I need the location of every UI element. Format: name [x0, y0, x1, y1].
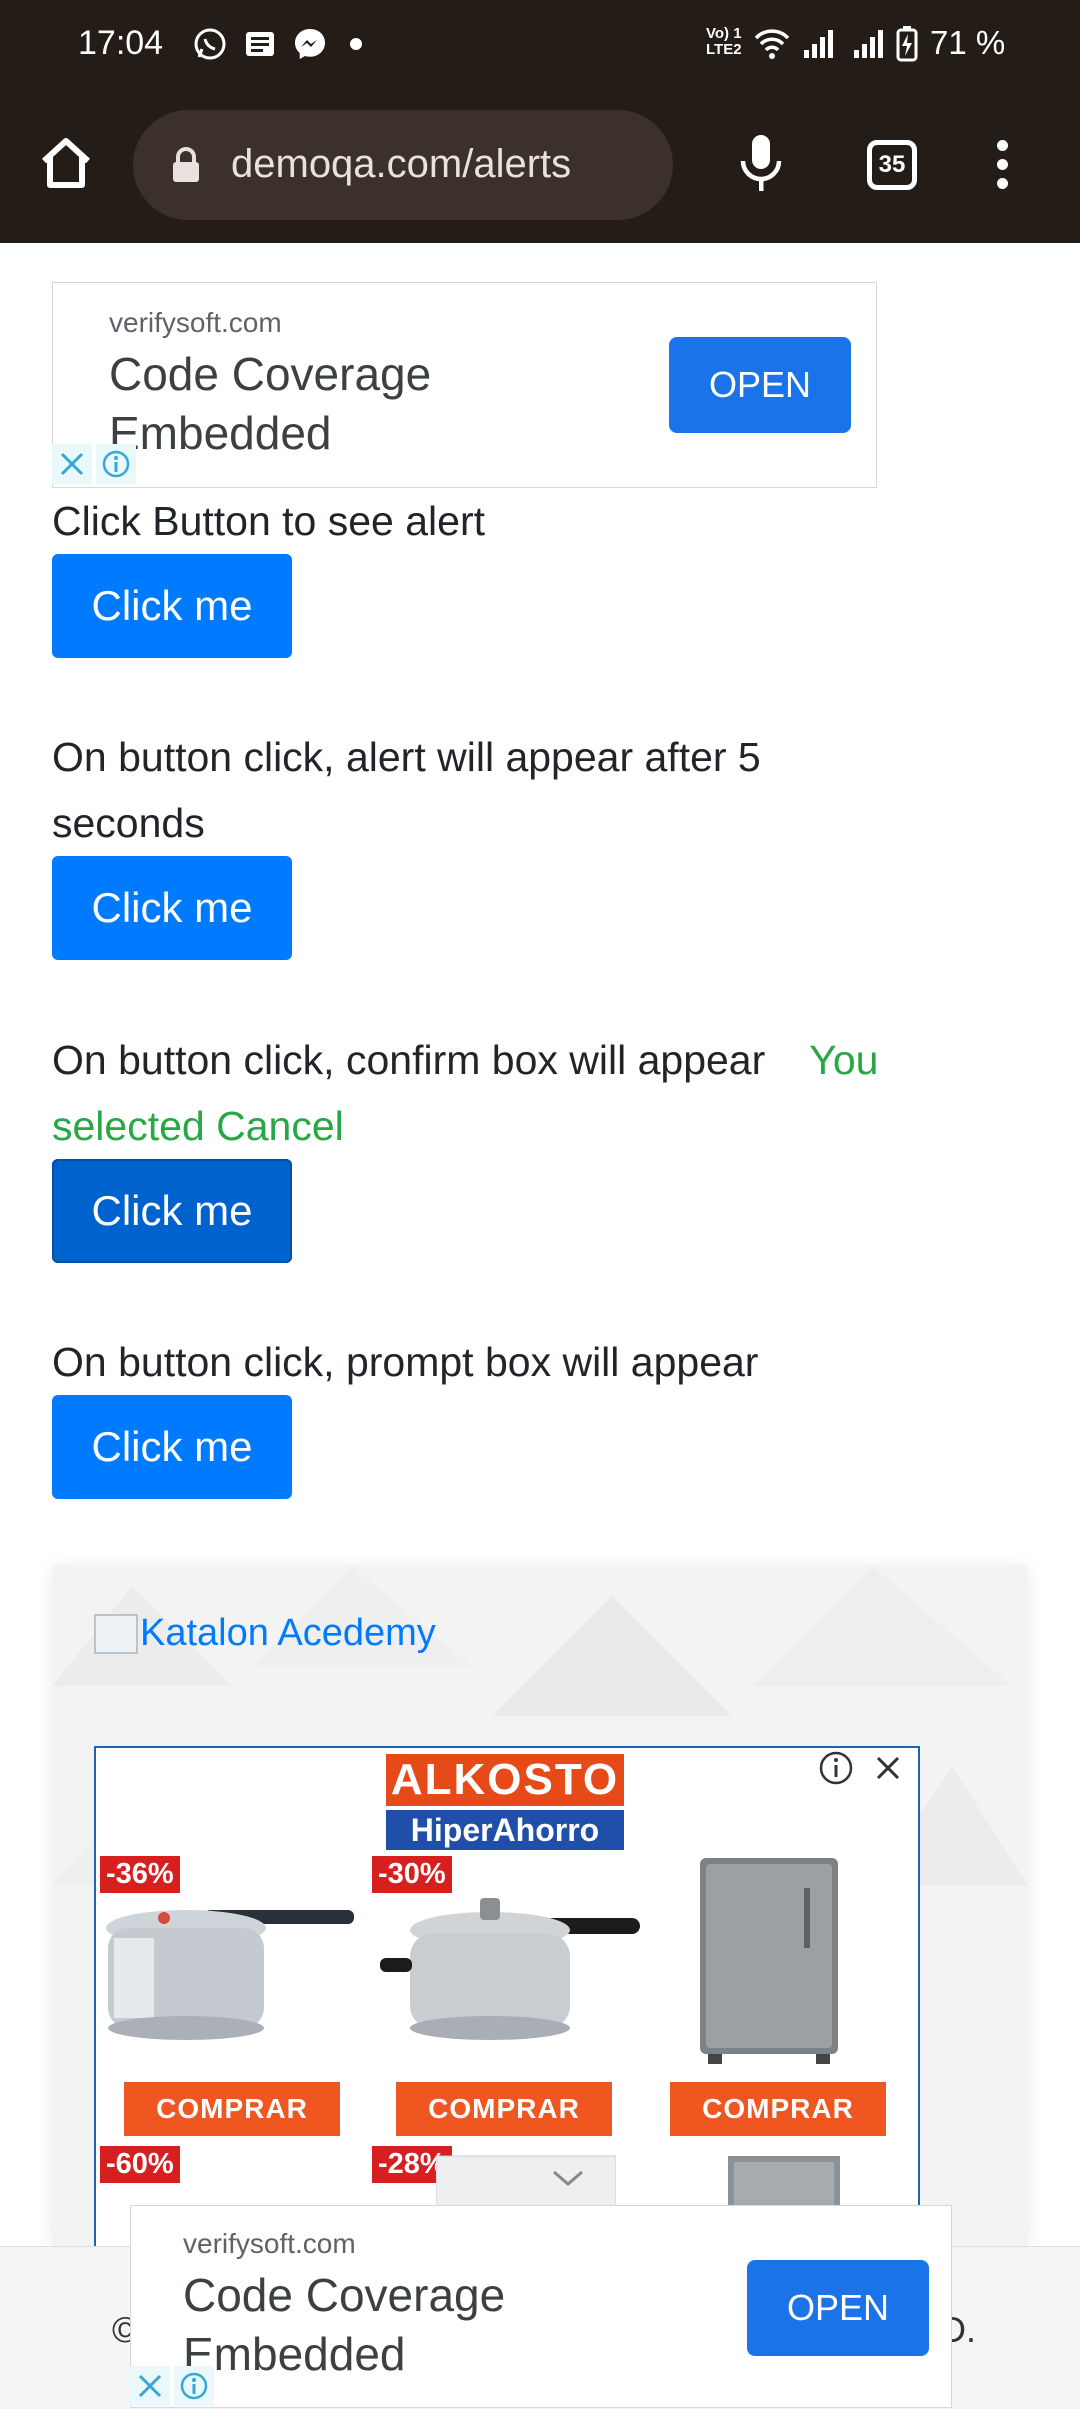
confirm-button[interactable]: Click me: [52, 1159, 292, 1263]
alert-description: Click Button to see alert: [52, 498, 485, 544]
dot-icon: [350, 38, 362, 50]
messenger-icon: [295, 29, 325, 59]
ad-open-button[interactable]: OPEN: [669, 337, 851, 433]
prompt-description: On button click, prompt box will appear: [52, 1339, 759, 1385]
katalon-link[interactable]: Katalon Acedemy: [94, 1612, 436, 1655]
alkosto-logo: ALKOSTO HiperAhorro: [386, 1754, 624, 1850]
home-icon[interactable]: [36, 133, 96, 193]
broken-image-icon: [94, 1613, 138, 1654]
alkosto-ad[interactable]: ALKOSTO HiperAhorro -36% COMPRAR -30% CO…: [94, 1746, 920, 2246]
info-icon[interactable]: [174, 2366, 214, 2406]
signal-icon-2: [854, 30, 883, 58]
close-icon[interactable]: [868, 1748, 908, 1788]
appliance-image: [728, 2156, 840, 2212]
more-menu-icon[interactable]: [990, 140, 1014, 192]
buy-button[interactable]: COMPRAR: [670, 2082, 886, 2136]
buy-button[interactable]: COMPRAR: [124, 2082, 340, 2136]
confirm-description: On button click, confirm box will appear…: [52, 1027, 972, 1159]
browser-chrome: 17:04 Vo) 1 LTE2 71 % demoqa.com/alerts …: [0, 0, 1080, 243]
ad-title: Code Coverage Embedded: [183, 2269, 506, 2380]
katalon-link-text: Katalon Acedemy: [140, 1612, 436, 1654]
news-icon: [246, 32, 274, 56]
confirm-description-text: On button click, confirm box will appear: [52, 1037, 766, 1083]
ad-open-button[interactable]: OPEN: [747, 2260, 929, 2356]
info-icon[interactable]: [96, 444, 136, 484]
pressure-cooker-image: [380, 1898, 640, 2040]
url-bar[interactable]: demoqa.com/alerts: [133, 110, 673, 220]
ad-title: Code Coverage Embedded: [109, 348, 432, 459]
appliance-image: [436, 2155, 616, 2212]
whatsapp-icon: [194, 28, 226, 60]
timer-alert-button[interactable]: Click me: [52, 856, 292, 960]
ad-domain: verifysoft.com: [109, 307, 282, 338]
signal-icon-1: [804, 30, 833, 58]
top-ad-banner[interactable]: verifysoft.com Code Coverage Embedded OP…: [52, 282, 877, 488]
microphone-icon[interactable]: [735, 133, 787, 195]
lock-icon: [173, 147, 199, 182]
close-icon[interactable]: [52, 444, 92, 484]
minibar-fridge-image: [700, 1858, 838, 2064]
battery-percentage: 71 %: [930, 24, 1006, 61]
bottom-ad-banner[interactable]: verifysoft.com Code Coverage Embedded OP…: [130, 2205, 952, 2408]
pressure-cooker-image: [106, 1910, 354, 2040]
close-icon[interactable]: [130, 2366, 170, 2406]
ad-domain: verifysoft.com: [183, 2228, 356, 2259]
info-icon[interactable]: [816, 1748, 856, 1788]
tab-switcher-button[interactable]: 35: [867, 140, 917, 190]
status-bar: 17:04 Vo) 1 LTE2 71 %: [0, 0, 1080, 90]
battery-icon: [896, 26, 918, 62]
url-text: demoqa.com/alerts: [231, 142, 572, 186]
katalon-ad-area: Katalon Acedemy ALKOSTO HiperAhorro -36%…: [52, 1566, 1028, 2246]
buy-button[interactable]: COMPRAR: [396, 2082, 612, 2136]
status-time: 17:04: [78, 24, 164, 62]
top-ad-controls: [52, 444, 140, 484]
bottom-ad-controls: [130, 2366, 218, 2406]
network-label: Vo) 1 LTE2: [706, 25, 742, 58]
alert-button[interactable]: Click me: [52, 554, 292, 658]
prompt-button[interactable]: Click me: [52, 1395, 292, 1499]
wifi-icon: [754, 29, 790, 59]
timer-alert-description: On button click, alert will appear after…: [52, 734, 761, 846]
discount-badge: -60%: [100, 2146, 180, 2183]
